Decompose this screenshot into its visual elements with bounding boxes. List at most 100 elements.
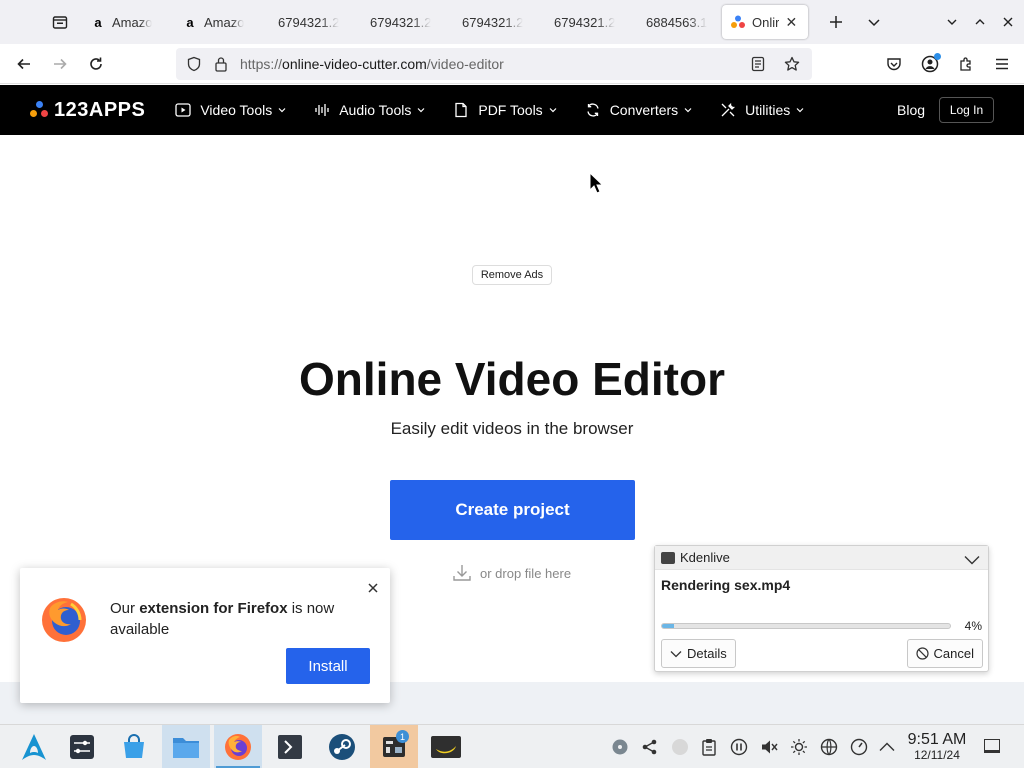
window-controls <box>938 0 1024 44</box>
cancel-icon <box>915 647 929 660</box>
chevron-down-icon <box>796 108 804 113</box>
tab-document-1[interactable]: 6794321.2 <box>266 5 358 39</box>
volume-tray-icon[interactable] <box>756 725 782 768</box>
plus-icon <box>830 16 842 28</box>
shopping-bag-icon <box>124 734 144 758</box>
drop-zone[interactable]: or drop file here <box>452 563 571 583</box>
clipboard-icon <box>702 739 716 756</box>
menu-audio-tools[interactable]: Audio Tools <box>314 102 425 118</box>
address-bar-actions <box>744 48 806 80</box>
menu-video-tools[interactable]: Video Tools <box>175 102 286 118</box>
firefox-extension-popup: Our extension for Firefox is now availab… <box>20 568 390 703</box>
amazon-icon: a <box>186 14 194 30</box>
account-badge <box>934 53 941 60</box>
tab-label: 6794321.2 <box>278 14 340 30</box>
create-project-button[interactable]: Create project <box>390 480 635 540</box>
network-tray-icon[interactable] <box>816 725 842 768</box>
bookmark-button[interactable] <box>778 50 806 78</box>
pause-icon <box>730 738 748 756</box>
settings-sliders-icon <box>70 735 94 759</box>
tab-amazon-1[interactable]: a Amazo <box>82 5 174 39</box>
collapse-notification-button[interactable] <box>964 552 980 570</box>
power-profile-tray-icon[interactable] <box>846 725 872 768</box>
new-tab-button[interactable] <box>822 8 850 36</box>
konsole-task[interactable] <box>266 725 314 768</box>
pocket-button[interactable] <box>880 50 908 78</box>
menu-label: Utilities <box>745 102 791 118</box>
banana-app-task[interactable] <box>422 725 470 768</box>
notification-count-badge: 1 <box>396 730 409 743</box>
tab-label: Onlir <box>752 14 780 30</box>
reader-view-button[interactable] <box>744 50 772 78</box>
maximize-button[interactable] <box>966 8 994 36</box>
tracking-protection-shield-icon[interactable] <box>186 56 202 72</box>
cancel-render-button[interactable]: Cancel <box>906 639 983 668</box>
brightness-tray-icon[interactable] <box>786 725 812 768</box>
discover-store-task[interactable] <box>110 725 158 768</box>
menu-utilities[interactable]: Utilities <box>720 102 804 118</box>
file-manager-task[interactable] <box>162 725 210 768</box>
minimize-button[interactable] <box>938 8 966 36</box>
close-icon <box>1003 17 1013 27</box>
steam-task[interactable] <box>318 725 366 768</box>
lock-icon[interactable] <box>214 56 228 72</box>
blog-link[interactable]: Blog <box>897 102 925 118</box>
menu-label: Converters <box>609 102 679 118</box>
tab-label: 6794321.2 <box>370 14 432 30</box>
tab-online-video-editor[interactable]: Onlir ✕ <box>722 5 808 39</box>
firefox-view-button[interactable] <box>38 0 82 44</box>
account-button[interactable] <box>916 50 944 78</box>
app-launcher-button[interactable] <box>10 725 58 768</box>
steam-tray-icon[interactable] <box>667 725 693 768</box>
firefox-logo-icon <box>42 598 86 642</box>
chevron-up-icon <box>975 19 985 25</box>
clipboard-tray-icon[interactable] <box>696 725 722 768</box>
tab-document-3[interactable]: 6794321.2 <box>450 5 542 39</box>
extensions-button[interactable] <box>952 50 980 78</box>
install-extension-button[interactable]: Install <box>286 648 370 684</box>
remove-ads-button[interactable]: Remove Ads <box>472 265 552 285</box>
back-button[interactable] <box>6 48 42 80</box>
login-button[interactable]: Log In <box>939 97 994 123</box>
system-settings-task[interactable] <box>58 725 106 768</box>
url-text[interactable]: https://online-video-cutter.com/video-ed… <box>240 56 504 72</box>
media-player-tray-icon[interactable] <box>726 725 752 768</box>
tab-document-4[interactable]: 6794321.2 <box>542 5 634 39</box>
firefox-task[interactable] <box>214 725 262 768</box>
close-tab-icon[interactable]: ✕ <box>785 14 797 31</box>
digital-clock[interactable]: 9:51 AM 12/11/24 <box>904 731 970 762</box>
show-desktop-button[interactable] <box>984 739 1000 753</box>
tab-amazon-2[interactable]: a Amazo <box>174 5 266 39</box>
puzzle-piece-icon <box>960 57 971 71</box>
arrow-left-icon <box>17 58 30 69</box>
details-button[interactable]: Details <box>661 639 736 668</box>
chevron-up-icon <box>879 742 895 751</box>
tab-label: 6794321.2 <box>462 14 524 30</box>
page-title: Online Video Editor <box>299 353 725 405</box>
menu-converters[interactable]: Converters <box>585 102 692 118</box>
close-window-button[interactable] <box>994 8 1022 36</box>
toolbar-right <box>880 48 1016 80</box>
tab-document-2[interactable]: 6794321.2 <box>358 5 450 39</box>
forward-button[interactable] <box>42 48 78 80</box>
chevron-down-icon <box>670 650 682 657</box>
kdenlive-task[interactable]: 1 <box>370 725 418 768</box>
taskbar: 1 9:51 AM 12/11/24 <box>0 724 1024 768</box>
show-hidden-tray-icons-button[interactable] <box>874 725 900 768</box>
menu-pdf-tools[interactable]: PDF Tools <box>453 102 557 118</box>
vault-tray-icon[interactable] <box>607 725 633 768</box>
chevron-down-icon <box>947 19 957 25</box>
star-icon <box>784 56 800 71</box>
site-logo[interactable]: 123APPS <box>30 99 145 122</box>
reload-button[interactable] <box>78 48 114 80</box>
list-all-tabs-button[interactable] <box>860 8 888 36</box>
close-popup-button[interactable] <box>368 580 378 596</box>
app-menu-button[interactable] <box>988 50 1016 78</box>
url-host: online-video-cutter.com <box>282 56 427 72</box>
menu-label: Video Tools <box>200 102 273 118</box>
kde-connect-tray-icon[interactable] <box>637 725 663 768</box>
address-bar[interactable]: https://online-video-cutter.com/video-ed… <box>176 48 812 80</box>
popup-text-bold: extension for Firefox <box>139 600 288 617</box>
tab-document-5[interactable]: 6884563.1 <box>634 5 718 39</box>
url-path: /video-editor <box>426 56 504 72</box>
